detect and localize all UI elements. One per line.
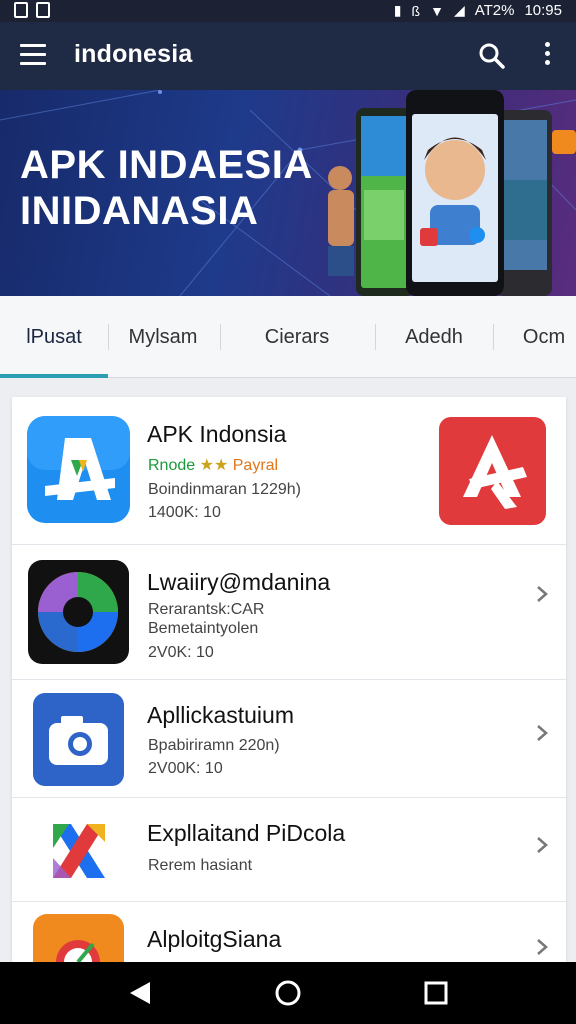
active-tab-indicator (0, 374, 108, 378)
app-name: Expllaitand PiDcola (147, 820, 346, 846)
alploitgsiana-app-icon (33, 914, 124, 962)
list-item[interactable]: APK Indonsia Rnode ★★ Payral Boindinmara… (12, 397, 566, 545)
promo-banner[interactable]: APK INDAESIA INIDANASIA (0, 90, 576, 296)
app-meta: 1400K: 10 (148, 504, 221, 521)
signal-icon: ◢ (453, 2, 465, 18)
app-detail: Bemetaintyolen (148, 620, 259, 637)
app-name: AlploitgSiana (147, 926, 282, 952)
star-rating: ★★ (199, 457, 229, 474)
chevron-right-icon[interactable] (533, 724, 551, 742)
bluetooth-icon: ß (411, 2, 421, 19)
overflow-menu-icon[interactable] (538, 42, 556, 70)
search-icon[interactable] (478, 42, 506, 70)
app-meta: 2V00K: 10 (148, 760, 223, 777)
lwaiiry-app-icon (28, 560, 129, 664)
list-item[interactable]: Lwaiiry@mdanina Rerarantsk:CAR Bemetaint… (12, 545, 566, 680)
vibrate-icon: ▮ (393, 2, 402, 18)
category-tabs: lPusat Mylsam Cierars Adedh Ocm (0, 296, 576, 378)
app-name: Apllickastuium (147, 702, 294, 728)
app-list: APK Indonsia Rnode ★★ Payral Boindinmara… (12, 397, 566, 962)
app-tags: Rnode ★★ Payral (148, 455, 278, 475)
status-bar: ▮ ß ▼ ◢ AT2% 10:95 (0, 0, 576, 22)
menu-icon[interactable] (20, 44, 46, 66)
app-detail: Bpabiriramn 220n) (148, 737, 280, 754)
app-meta: 2V0K: 10 (148, 644, 214, 661)
system-nav-bar (0, 962, 576, 1024)
chevron-right-icon[interactable] (533, 585, 551, 603)
tab-adedh[interactable]: Adedh (376, 296, 492, 378)
explaitand-app-icon (53, 824, 105, 878)
recents-icon[interactable] (424, 981, 448, 1005)
wifi-icon: ▼ (430, 2, 444, 19)
list-item[interactable]: AlploitgSiana (12, 902, 566, 962)
tab-divider (220, 324, 221, 350)
banner-title-line1: APK INDAESIA (20, 143, 313, 187)
app-name: APK Indonsia (147, 421, 287, 447)
clock: 10:95 (524, 2, 562, 19)
tab-divider (493, 324, 494, 350)
phones-illustration (328, 90, 576, 296)
apk-indonsia-app-icon (27, 416, 130, 523)
tab-cierars[interactable]: Cierars (220, 296, 374, 378)
network-label: AT2% (474, 2, 515, 19)
status-indicators: ▮ ß ▼ ◢ AT2% 10:95 (394, 2, 562, 19)
camera-app-icon (33, 693, 124, 786)
app-tag: Payral (232, 457, 279, 474)
tab-pusat[interactable]: lPusat (0, 296, 108, 378)
chevron-right-icon[interactable] (533, 836, 551, 854)
home-icon[interactable] (274, 979, 302, 1007)
app-tag: Rnode (148, 457, 196, 474)
notification-icons (14, 2, 50, 18)
tab-divider (375, 324, 376, 350)
app-name: Lwaiiry@mdanina (147, 569, 331, 595)
app-bar: indonesia (0, 22, 576, 90)
app-detail: Boindinmaran 1229h) (148, 481, 301, 498)
notification-icon (14, 2, 28, 18)
app-title: indonesia (74, 40, 193, 68)
tab-divider (108, 324, 109, 350)
chevron-right-icon[interactable] (533, 938, 551, 956)
notification-icon (36, 2, 50, 18)
back-icon[interactable] (128, 980, 152, 1006)
banner-title-line2: INIDANASIA (20, 189, 259, 233)
tab-mylsam[interactable]: Mylsam (108, 296, 218, 378)
app-detail: Rerem hasiant (148, 857, 253, 874)
list-item[interactable]: Expllaitand PiDcola Rerem hasiant (12, 798, 566, 902)
app-detail: Rerarantsk:CAR (148, 601, 265, 618)
banner-title: APK INDAESIA INIDANASIA (20, 142, 313, 234)
featured-app-icon[interactable] (439, 417, 546, 525)
list-item[interactable]: Apllickastuium Bpabiriramn 220n) 2V00K: … (12, 680, 566, 798)
tab-ocm[interactable]: Ocm (494, 296, 576, 378)
